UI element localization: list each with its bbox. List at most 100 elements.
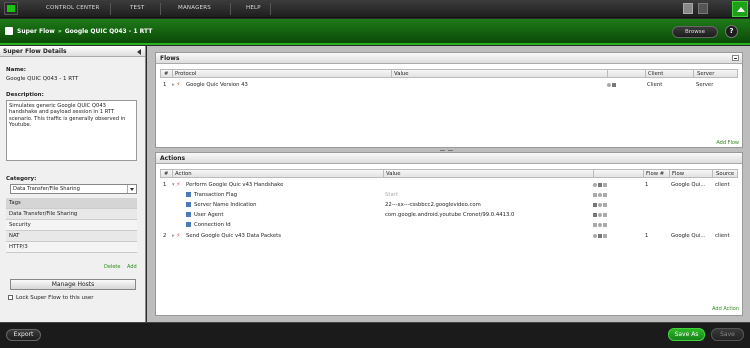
table-row[interactable]: Connection Id bbox=[160, 220, 738, 230]
flow-server: Server bbox=[696, 82, 714, 88]
parameter-icon bbox=[186, 202, 191, 207]
flows-table-header: # Protocol Value Client Server bbox=[160, 69, 738, 78]
col-divider bbox=[712, 170, 713, 178]
col-source: Source bbox=[716, 171, 735, 177]
table-row[interactable]: User Agent com.google.android.youtube Cr… bbox=[160, 210, 738, 220]
actions-title: Actions bbox=[156, 153, 742, 164]
add-action-link[interactable]: Add Action bbox=[712, 306, 739, 312]
param-row-icons[interactable] bbox=[593, 202, 608, 208]
window-icon[interactable] bbox=[698, 3, 708, 14]
param-value[interactable]: Start bbox=[385, 192, 398, 198]
nav-help[interactable]: HELP bbox=[246, 5, 261, 11]
home-icon[interactable] bbox=[732, 1, 748, 17]
footer-bar: Export Save As Save bbox=[0, 322, 750, 348]
delete-tag-link[interactable]: Delete bbox=[104, 264, 120, 270]
tag-row[interactable]: Data Transfer/File Sharing bbox=[6, 209, 137, 220]
col-divider bbox=[391, 70, 392, 78]
breadcrumb: Super Flow» Google QUIC Q043 - 1 RTT bbox=[17, 28, 152, 35]
actions-title-text: Actions bbox=[160, 155, 186, 162]
col-protocol: Protocol bbox=[175, 71, 197, 77]
export-button[interactable]: Export bbox=[6, 329, 41, 341]
col-divider bbox=[593, 170, 594, 178]
home-logo-icon[interactable] bbox=[4, 2, 18, 15]
tags-header: Tags bbox=[6, 198, 137, 209]
col-number: # bbox=[164, 171, 169, 177]
chevron-down-icon[interactable] bbox=[127, 185, 135, 193]
table-row[interactable]: 1 ▸ ⚡ Google Quic Version 43 Client Serv… bbox=[160, 80, 738, 90]
table-row[interactable]: Server Name Indication 22---xx---cssbbcc… bbox=[160, 200, 738, 210]
action-expand-icon[interactable]: ▾ ⚡ bbox=[172, 182, 180, 188]
help-button[interactable]: ? bbox=[725, 25, 738, 38]
col-divider bbox=[669, 170, 670, 178]
tag-row[interactable]: HTTP/3 bbox=[6, 242, 137, 253]
nav-divider bbox=[110, 3, 111, 15]
col-divider bbox=[693, 70, 694, 78]
col-value: Value bbox=[386, 171, 401, 177]
tag-row[interactable]: Security bbox=[6, 220, 137, 231]
actions-panel: Actions # Action Value Flow # Flow Sourc… bbox=[155, 152, 743, 316]
category-select[interactable]: Data Transfer/File Sharing bbox=[10, 184, 137, 194]
action-row-icons[interactable] bbox=[593, 233, 608, 239]
edit-icon[interactable] bbox=[607, 82, 611, 87]
flow-row-icons[interactable] bbox=[607, 82, 617, 88]
flow-expand-icon[interactable]: ▸ ⚡ bbox=[172, 82, 180, 88]
action-name: Perform Google Quic v43 Handshake bbox=[186, 182, 284, 188]
action-flow: Google Qui... bbox=[671, 182, 706, 188]
action-number: 1 bbox=[163, 182, 167, 188]
param-value[interactable]: 22---xx---cssbbcc2.googlevideo.com bbox=[385, 202, 481, 208]
action-flow-number: 1 bbox=[645, 182, 649, 188]
notification-icon[interactable] bbox=[683, 3, 693, 14]
save-button[interactable]: Save bbox=[711, 328, 744, 341]
col-value: Value bbox=[394, 71, 409, 77]
action-expand-icon[interactable]: ▸ ⚡ bbox=[172, 233, 180, 239]
col-flow: Flow bbox=[672, 171, 685, 177]
action-name: Send Google Quic v43 Data Packets bbox=[186, 233, 281, 239]
name-value[interactable]: Google QUIC Q043 - 1 RTT bbox=[6, 76, 78, 82]
nav-divider bbox=[230, 3, 231, 15]
col-divider bbox=[643, 170, 644, 178]
col-divider bbox=[607, 70, 608, 78]
nav-managers[interactable]: MANAGERS bbox=[178, 5, 211, 11]
maximize-icon[interactable] bbox=[732, 55, 739, 61]
table-row[interactable]: 2 ▸ ⚡ Send Google Quic v43 Data Packets … bbox=[160, 231, 738, 241]
super-flow-details-panel: Super Flow Details Name: Google QUIC Q04… bbox=[0, 46, 146, 322]
tag-row[interactable]: NAT bbox=[6, 231, 137, 242]
table-row[interactable]: 1 ▾ ⚡ Perform Google Quic v43 Handshake … bbox=[160, 180, 738, 190]
nav-test[interactable]: TEST bbox=[130, 5, 145, 11]
nav-divider bbox=[160, 3, 161, 15]
col-server: Server bbox=[697, 71, 715, 77]
param-value[interactable]: com.google.android.youtube Cronet/99.0.4… bbox=[385, 212, 514, 218]
tags-table: Tags Data Transfer/File Sharing Security… bbox=[6, 198, 137, 253]
breadcrumb-parent[interactable]: Super Flow bbox=[17, 28, 55, 35]
flows-panel: Flows # Protocol Value Client Server 1 ▸… bbox=[155, 52, 743, 148]
flow-protocol: Google Quic Version 43 bbox=[186, 82, 248, 88]
lock-checkbox[interactable] bbox=[8, 295, 13, 300]
col-flow-number: Flow # bbox=[646, 171, 665, 177]
nav-control-center[interactable]: CONTROL CENTER bbox=[46, 5, 100, 11]
table-row[interactable]: Transaction Flag Start bbox=[160, 190, 738, 200]
action-row-icons[interactable] bbox=[593, 182, 608, 188]
add-tag-link[interactable]: Add bbox=[127, 264, 137, 270]
lock-checkbox-row[interactable]: Lock Super Flow to this user bbox=[8, 295, 94, 301]
param-row-icons[interactable] bbox=[593, 222, 608, 228]
flow-client: Client bbox=[647, 82, 663, 88]
parameter-icon bbox=[186, 212, 191, 217]
breadcrumb-separator: » bbox=[57, 28, 62, 35]
param-row-icons[interactable] bbox=[593, 212, 608, 218]
browse-button[interactable]: Browse bbox=[672, 26, 718, 38]
add-flow-link[interactable]: Add Flow bbox=[716, 140, 739, 146]
manage-hosts-button[interactable]: Manage Hosts bbox=[10, 279, 136, 290]
description-textarea[interactable]: Simulates generic Google QUIC Q043 hands… bbox=[6, 100, 137, 161]
action-flow: Google Qui... bbox=[671, 233, 706, 239]
param-row-icons[interactable] bbox=[593, 192, 608, 198]
description-label: Description: bbox=[6, 92, 44, 98]
delete-icon[interactable] bbox=[612, 82, 616, 87]
save-as-button[interactable]: Save As bbox=[668, 328, 705, 341]
panel-title: Super Flow Details bbox=[3, 48, 67, 55]
category-value: Data Transfer/File Sharing bbox=[13, 186, 80, 192]
collapse-arrow-icon[interactable] bbox=[137, 49, 141, 55]
action-flow-number: 1 bbox=[645, 233, 649, 239]
nav-divider bbox=[270, 3, 271, 15]
col-divider bbox=[172, 170, 173, 178]
action-number: 2 bbox=[163, 233, 167, 239]
